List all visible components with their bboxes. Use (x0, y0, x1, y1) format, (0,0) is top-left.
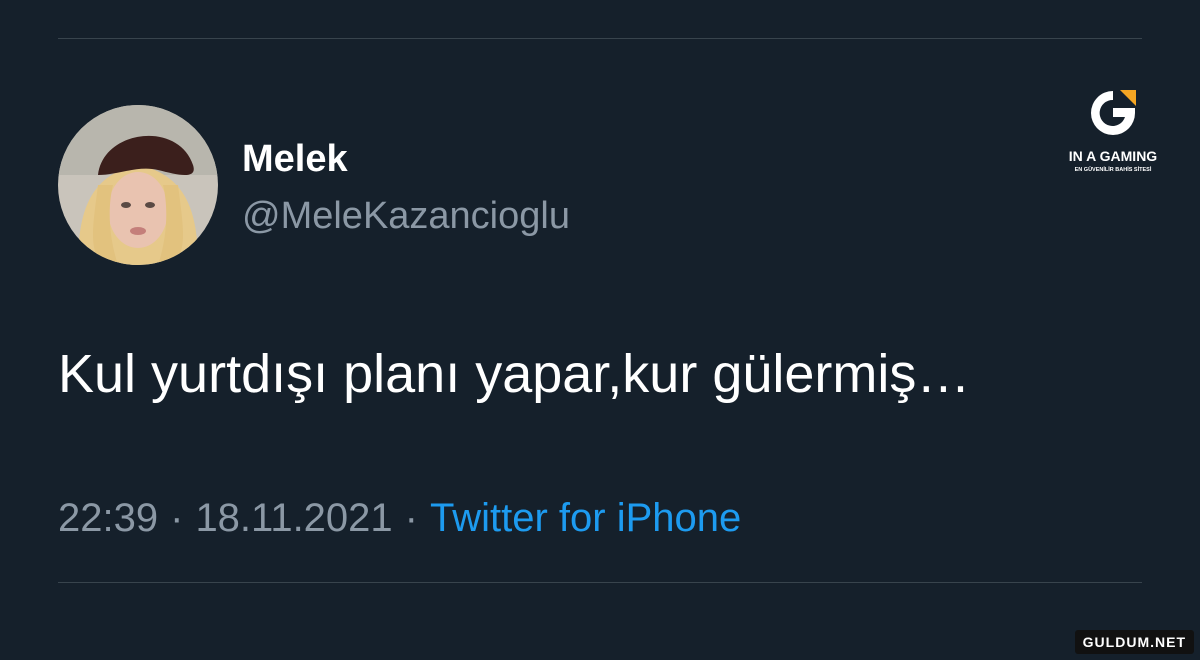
meta-separator: · (404, 496, 418, 540)
tweet-time[interactable]: 22:39 (58, 496, 158, 540)
site-watermark: GULDUM.NET (1074, 630, 1194, 654)
meta-separator: · (170, 496, 184, 540)
tweet-source-link[interactable]: Twitter for iPhone (430, 496, 741, 540)
user-handle[interactable]: @MeleKazancioglu (242, 194, 570, 238)
avatar-image (58, 105, 218, 265)
g-logo-icon (1091, 90, 1136, 135)
avatar[interactable] (58, 105, 218, 265)
top-divider (58, 38, 1142, 39)
bottom-divider (58, 582, 1142, 583)
gaming-logo: IN A GAMING EN GÜVENİLİR BAHİS SİTESİ (1050, 86, 1176, 186)
display-name[interactable]: Melek (242, 137, 348, 181)
tweet-meta: 22:39 · 18.11.2021 · Twitter for iPhone (58, 494, 741, 542)
logo-title: IN A GAMING (1068, 148, 1158, 164)
tweet-screenshot: Melek @MeleKazancioglu IN A GAMING EN GÜ… (0, 0, 1200, 660)
tweet-text: Kul yurtdışı planı yapar,kur gülermiş… (58, 344, 971, 404)
logo-subtitle: EN GÜVENİLİR BAHİS SİTESİ (1074, 167, 1152, 173)
tweet-date[interactable]: 18.11.2021 (195, 496, 392, 540)
